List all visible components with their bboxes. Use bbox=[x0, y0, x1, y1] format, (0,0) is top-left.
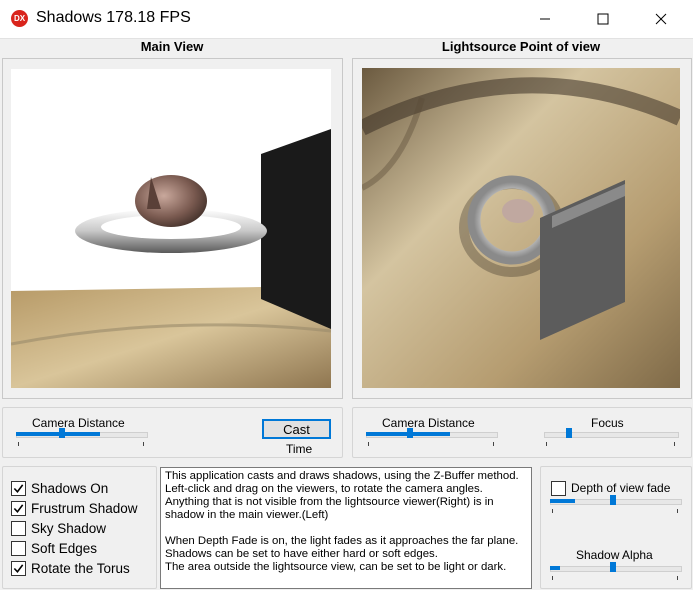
main-teapot bbox=[135, 175, 207, 227]
checkbox-label: Rotate the Torus bbox=[31, 560, 130, 576]
checkmark-icon bbox=[13, 563, 24, 573]
checkmark-icon bbox=[13, 483, 24, 493]
option-soft-edges[interactable]: Soft Edges bbox=[11, 538, 151, 558]
light-floor bbox=[362, 68, 680, 388]
depth-fade-slider[interactable] bbox=[550, 495, 682, 505]
focus-label: Focus bbox=[591, 416, 624, 430]
light-teapot bbox=[502, 199, 534, 223]
focus-ticks bbox=[546, 442, 675, 446]
app-icon-text: DX bbox=[13, 14, 26, 23]
camera-distance-label-right: Camera Distance bbox=[382, 416, 475, 430]
checkbox[interactable] bbox=[11, 480, 26, 496]
checkbox-label: Soft Edges bbox=[31, 540, 98, 556]
app-icon: DX bbox=[11, 10, 28, 27]
minimize-button[interactable] bbox=[522, 0, 568, 38]
maximize-icon bbox=[597, 13, 609, 25]
shadow-alpha-slider[interactable] bbox=[550, 562, 682, 572]
camera-distance-ticks-right bbox=[368, 442, 494, 446]
main-viewer[interactable] bbox=[11, 69, 331, 388]
camera-distance-slider-left[interactable] bbox=[16, 428, 148, 438]
maximize-button[interactable] bbox=[580, 0, 626, 38]
description-text: This application casts and draws shadows… bbox=[160, 467, 532, 589]
checkbox[interactable] bbox=[11, 540, 26, 556]
option-shadows-on[interactable]: Shadows On bbox=[11, 478, 151, 498]
time-label: Time bbox=[286, 442, 313, 456]
window-title: Shadows 178.18 FPS bbox=[36, 9, 191, 26]
light-view-title: Lightsource Point of view bbox=[441, 39, 601, 54]
close-icon bbox=[655, 13, 667, 25]
main-scene bbox=[11, 69, 331, 388]
checkbox[interactable] bbox=[11, 500, 26, 516]
light-viewer[interactable] bbox=[362, 68, 680, 388]
checkbox-label: Sky Shadow bbox=[31, 520, 107, 536]
light-scene bbox=[362, 68, 680, 388]
options-list: Shadows On Frustrum Shadow Sky Shadow Soft … bbox=[11, 478, 151, 578]
close-button[interactable] bbox=[638, 0, 684, 38]
depth-fade-ticks bbox=[552, 509, 678, 513]
checkbox[interactable] bbox=[11, 520, 26, 536]
camera-distance-slider-right[interactable] bbox=[366, 428, 498, 438]
camera-distance-label-left: Camera Distance bbox=[32, 416, 125, 430]
depth-fade-checkbox-box[interactable] bbox=[551, 480, 566, 496]
shadow-alpha-label: Shadow Alpha bbox=[576, 548, 653, 562]
depth-fade-label: Depth of view fade bbox=[571, 481, 671, 495]
shadow-alpha-ticks bbox=[552, 576, 678, 580]
checkbox-label: Shadows On bbox=[31, 480, 109, 496]
option-frustrum-shadow[interactable]: Frustrum Shadow bbox=[11, 498, 151, 518]
checkbox-label: Frustrum Shadow bbox=[31, 500, 138, 516]
cast-button[interactable]: Cast bbox=[262, 419, 331, 439]
camera-distance-ticks-left bbox=[18, 442, 144, 446]
main-wall bbox=[261, 129, 331, 329]
checkbox[interactable] bbox=[11, 560, 26, 576]
option-sky-shadow[interactable]: Sky Shadow bbox=[11, 518, 151, 538]
focus-slider[interactable] bbox=[544, 428, 679, 438]
main-view-title: Main View bbox=[140, 39, 204, 54]
minimize-icon bbox=[540, 18, 550, 20]
option-rotate-the-torus[interactable]: Rotate the Torus bbox=[11, 558, 151, 578]
checkmark-icon bbox=[13, 503, 24, 513]
